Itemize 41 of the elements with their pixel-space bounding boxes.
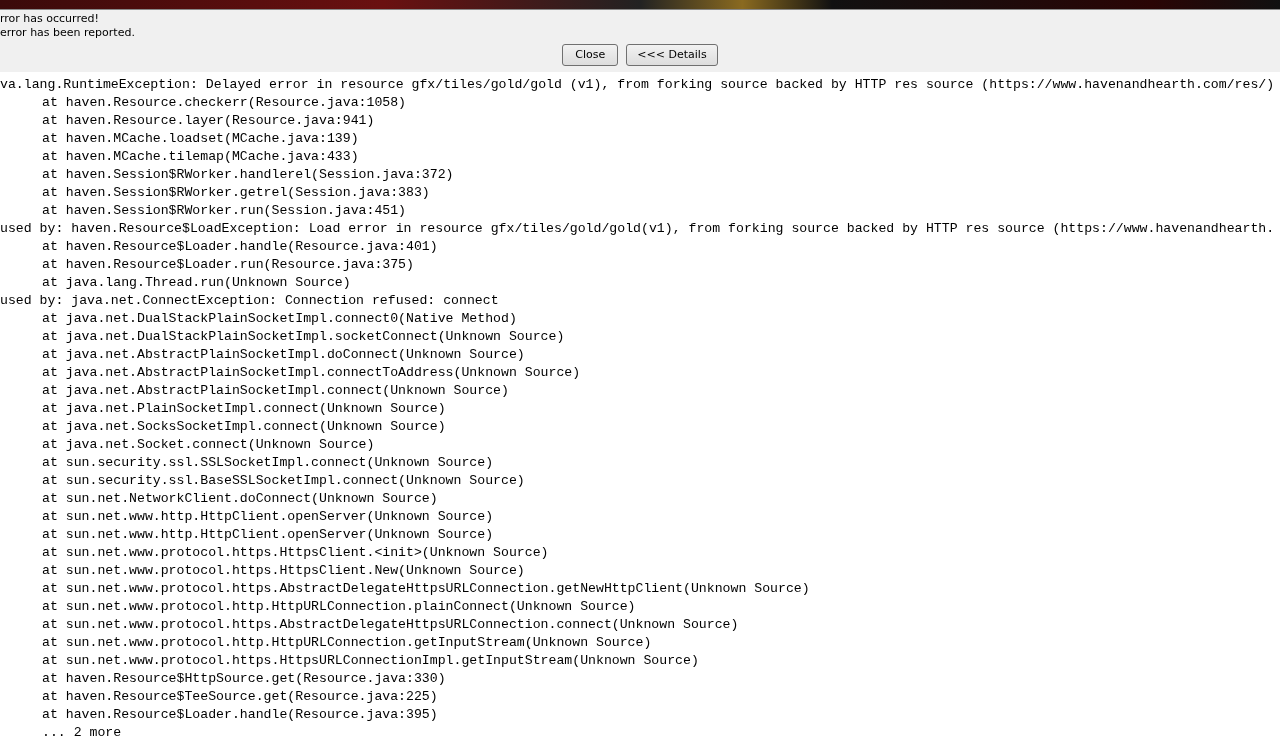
- stack-frame-line: at sun.net.NetworkClient.doConnect(Unknown Source): [42, 491, 438, 506]
- stack-frame-line: at java.net.DualStackPlainSocketImpl.socketConnect(Unknown Source): [42, 329, 565, 344]
- stack-frame-line: at haven.Resource$HttpSource.get(Resource.java:330): [42, 671, 446, 686]
- stack-frame-line: at sun.security.ssl.SSLSocketImpl.connect(Unknown Source): [42, 455, 494, 470]
- stack-frame-line: at sun.net.www.protocol.http.HttpURLConnection.plainConnect(Unknown Source): [42, 599, 636, 614]
- stack-frame-line: at haven.Resource.layer(Resource.java:941): [42, 113, 375, 128]
- stack-frame-line: at sun.net.www.http.HttpClient.openServer(Unknown Source): [42, 527, 494, 542]
- stack-frame-line: at java.lang.Thread.run(Unknown Source): [42, 275, 351, 290]
- stack-frame-line: at sun.net.www.protocol.https.AbstractDelegateHttpsURLConnection.getNewHttpClient(Unknown Source): [42, 581, 810, 596]
- stack-frame-line: at haven.Session$RWorker.handlerel(Session.java:372): [42, 167, 454, 182]
- stack-frame-line: at java.net.AbstractPlainSocketImpl.connectToAddress(Unknown Source): [42, 365, 581, 380]
- stack-frame-line: at java.net.Socket.connect(Unknown Source): [42, 437, 375, 452]
- stack-frame-line: at haven.Resource$Loader.handle(Resource.java:395): [42, 707, 438, 722]
- exception-line: used by: haven.Resource$LoadException: Load error in resource gfx/tiles/gold/gold(v1), from forking source backed by HTTP res source (https://www.havenandhearth.: [0, 221, 1275, 236]
- stack-frame-line: at sun.net.www.protocol.https.HttpsURLConnectionImpl.getInputStream(Unknown Source): [42, 653, 699, 668]
- exception-line: va.lang.RuntimeException: Delayed error in resource gfx/tiles/gold/gold (v1), from forking source backed by HTTP res source (https://www.havenandhearth.com/res/): [0, 77, 1275, 92]
- stack-frame-line: at sun.security.ssl.BaseSSLSocketImpl.connect(Unknown Source): [42, 473, 525, 488]
- error-message: rror has occurred!: [0, 12, 99, 26]
- stack-frame-line: at sun.net.www.protocol.https.AbstractDelegateHttpsURLConnection.connect(Unknown Source): [42, 617, 739, 632]
- stack-frame-line: at haven.Resource.checkerr(Resource.java:1058): [42, 95, 407, 110]
- close-button[interactable]: Close: [562, 44, 619, 66]
- stack-frame-line: at java.net.AbstractPlainSocketImpl.connect(Unknown Source): [42, 383, 509, 398]
- stack-frame-line: at haven.MCache.tilemap(MCache.java:433): [42, 149, 359, 164]
- stack-frame-line: at sun.net.www.protocol.http.HttpURLConnection.getInputStream(Unknown Source): [42, 635, 652, 650]
- exception-line: used by: java.net.ConnectException: Connection refused: connect: [0, 293, 499, 308]
- stack-frame-line: at haven.Session$RWorker.getrel(Session.java:383): [42, 185, 430, 200]
- stack-frame-line: at haven.MCache.loadset(MCache.java:139): [42, 131, 359, 146]
- stack-frame-line: at haven.Resource$Loader.run(Resource.java:375): [42, 257, 414, 272]
- stack-frame-line: at sun.net.www.protocol.https.HttpsClient.New(Unknown Source): [42, 563, 525, 578]
- stack-frame-line: ... 2 more: [42, 725, 122, 740]
- stack-frame-line: at java.net.SocksSocketImpl.connect(Unknown Source): [42, 419, 446, 434]
- stack-frame-line: at java.net.PlainSocketImpl.connect(Unknown Source): [42, 401, 446, 416]
- stack-frame-line: at haven.Session$RWorker.run(Session.java:451): [42, 203, 407, 218]
- stack-frame-line: at haven.Resource$TeeSource.get(Resource.java:225): [42, 689, 438, 704]
- stack-frame-line: at java.net.AbstractPlainSocketImpl.doConnect(Unknown Source): [42, 347, 525, 362]
- stack-frame-line: at sun.net.www.http.HttpClient.openServer(Unknown Source): [42, 509, 494, 524]
- stack-frame-line: at sun.net.www.protocol.https.HttpsClient.<init>(Unknown Source): [42, 545, 549, 560]
- stack-frame-line: at java.net.DualStackPlainSocketImpl.connect0(Native Method): [42, 311, 517, 326]
- stack-frame-line: at haven.Resource$Loader.handle(Resource.java:401): [42, 239, 438, 254]
- details-button[interactable]: <<< Details: [626, 44, 718, 66]
- error-message: error has been reported.: [0, 26, 135, 40]
